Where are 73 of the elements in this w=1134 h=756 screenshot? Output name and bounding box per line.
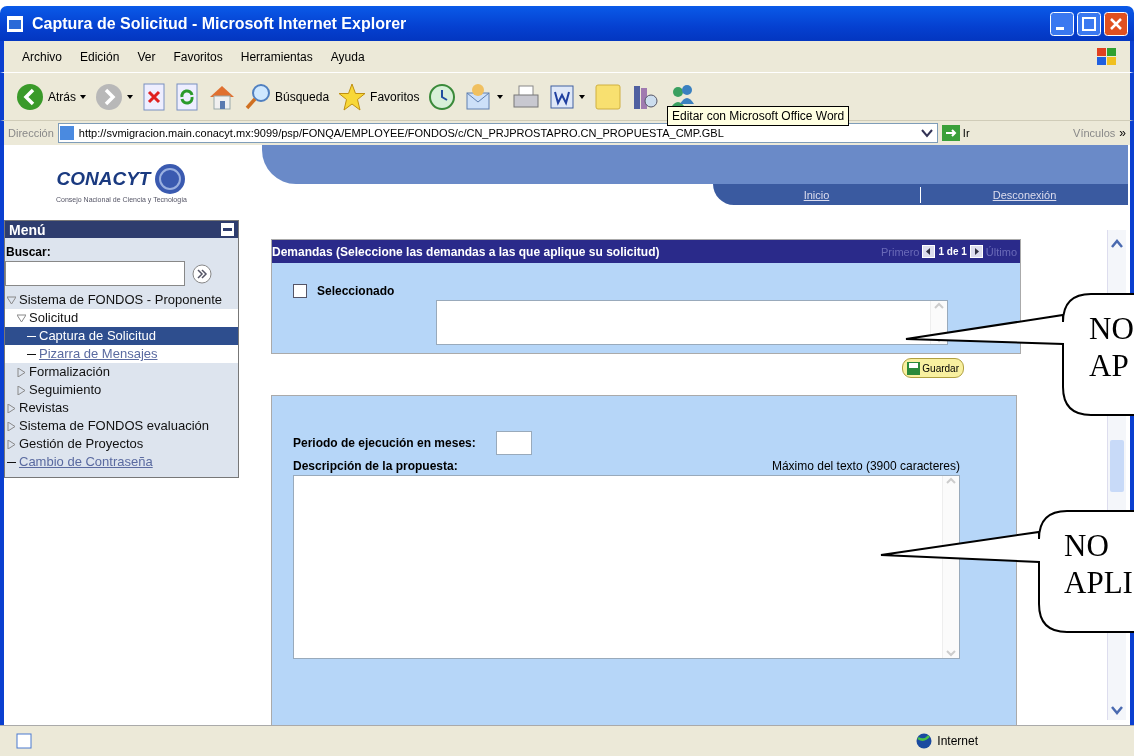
field-label: Descripción de la propuesta: [293, 459, 458, 473]
menu-title: Menú [9, 221, 46, 238]
scroll-thumb[interactable] [1110, 440, 1124, 492]
field-label: Periodo de ejecución en meses: [293, 436, 476, 450]
address-label: Dirección [8, 127, 54, 139]
address-field[interactable]: http://svmigracion.main.conacyt.mx:9099/psp/FONQA/EMPLOYEE/FONDOS/c/CN_PRJPROSTAPRO.CN_PROPUESTA_CMP.GBL [57, 123, 938, 143]
minimize-button[interactable] [1050, 11, 1074, 36]
search-icon[interactable] [245, 82, 271, 111]
menu-item[interactable]: Ayuda [330, 49, 365, 64]
dropdown-caret-icon[interactable] [920, 128, 933, 138]
menu-item[interactable]: Captura de Solicitud [5, 327, 238, 345]
search-label: Buscar: [5, 244, 52, 261]
checkbox[interactable] [293, 284, 307, 298]
toolbar-label[interactable]: Búsqueda [275, 89, 330, 104]
maximize-button[interactable] [1077, 11, 1101, 36]
zone-label: Internet [937, 734, 978, 748]
menu-item[interactable]: Ver [137, 49, 156, 64]
document-w-icon[interactable] [549, 83, 576, 110]
window-title: Captura de Solicitud - Microsoft Internet Explorer [32, 14, 407, 33]
collapse-button[interactable] [221, 223, 234, 236]
star-icon[interactable] [338, 82, 367, 111]
callout-text: NO AP [1089, 310, 1134, 384]
nav-link[interactable]: Desconexión [920, 186, 1128, 203]
menu-item[interactable]: Pizarra de Mensajes [5, 345, 238, 363]
scroll-down-icon [943, 648, 959, 658]
toolbar-label[interactable]: Favoritos [370, 89, 420, 104]
menu-item[interactable]: Seguimiento [5, 381, 238, 399]
more-chevron[interactable]: » [1119, 126, 1126, 140]
menu-item[interactable]: Solicitud [5, 309, 238, 327]
close-button[interactable] [1104, 11, 1128, 36]
save-button[interactable]: Guardar [902, 358, 964, 378]
panel-title: Demandas (Seleccione las demandas a las que aplique su solicitud) [272, 244, 660, 259]
toolbar-label[interactable]: Atrás [48, 89, 76, 104]
dropdown-caret-icon[interactable] [579, 94, 586, 99]
globe-icon [916, 733, 933, 749]
menu-item[interactable]: Revistas [5, 399, 238, 417]
previous-page-icon[interactable] [922, 245, 936, 258]
nav-link[interactable]: Inicio [713, 186, 920, 203]
search-field[interactable] [5, 261, 185, 286]
menu-item[interactable]: Gestión de Proyectos [5, 435, 238, 453]
checkbox-label: Seleccionado [317, 284, 395, 298]
dropdown-caret-icon[interactable] [497, 94, 504, 99]
character-limit-note: Máximo del texto (3900 caracteres) [771, 459, 960, 473]
go-button[interactable]: Ir [941, 125, 970, 141]
next-page-icon[interactable] [969, 245, 983, 258]
stop-icon[interactable] [142, 82, 166, 111]
menu-item[interactable]: Sistema de FONDOS - Proponente [5, 291, 238, 309]
menu-item[interactable]: Formalización [5, 363, 238, 381]
scroll-up-icon[interactable] [1110, 238, 1124, 250]
refresh-icon[interactable] [175, 82, 199, 111]
search-go-icon[interactable] [191, 262, 213, 285]
address-text: http://svmigracion.main.conacyt.mx:9099/psp/FONQA/EMPLOYEE/FONDOS/c/CN_PRJPROSTAPRO.CN_PROPUESTA_CMP.GBL [78, 127, 724, 139]
pager-count: 1 de 1 [938, 246, 967, 257]
logo-text: CONACYT [56, 167, 151, 190]
scroll-down-icon[interactable] [1110, 704, 1124, 716]
callout-text: NO APLI [1064, 527, 1134, 601]
page-icon [6, 14, 24, 33]
dropdown-caret-icon[interactable] [127, 94, 133, 99]
menu-item[interactable]: Cambio de Contraseña [5, 453, 238, 471]
tooltip: Editar con Microsoft Office Word [667, 106, 850, 126]
logo-seal-icon [154, 162, 187, 195]
dropdown-caret-icon[interactable] [80, 94, 86, 99]
menu-item[interactable]: Favoritos [173, 49, 223, 64]
page-icon [58, 125, 75, 141]
menu-item[interactable]: Sistema de FONDOS evaluación [5, 417, 238, 435]
menu-item[interactable]: Herramientas [240, 49, 313, 64]
printer-icon[interactable] [512, 82, 541, 111]
windows-flag-icon [1096, 46, 1118, 67]
clock-icon[interactable] [428, 82, 457, 111]
page-status-icon [16, 733, 32, 749]
menu-item[interactable]: Edición [80, 49, 120, 64]
menu-item[interactable]: Archivo [22, 49, 62, 64]
months-field[interactable] [495, 431, 532, 455]
